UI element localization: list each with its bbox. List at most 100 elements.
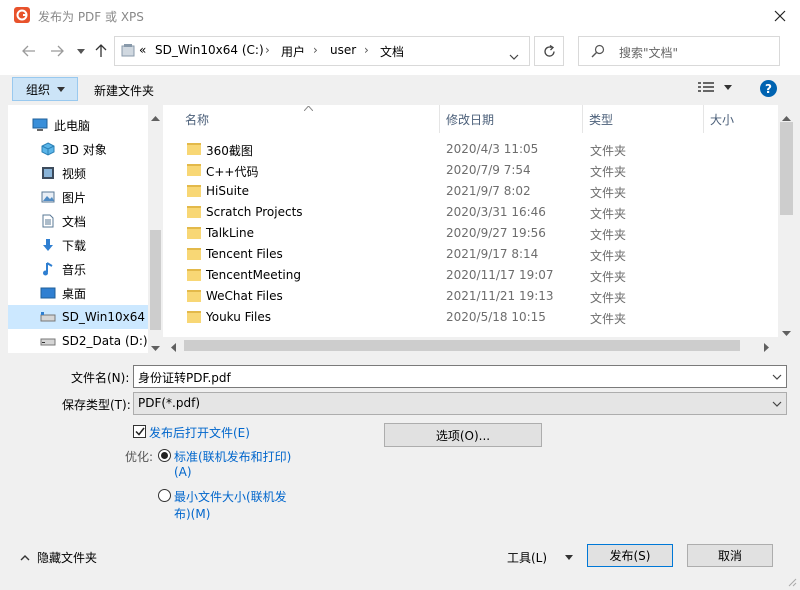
nav-item-label: 音乐 (62, 262, 87, 277)
nav-item-music[interactable]: 音乐 (8, 257, 149, 281)
forward-button[interactable] (46, 40, 68, 62)
hide-folders-label: 隐藏文件夹 (37, 551, 98, 565)
folder-icon (187, 269, 201, 281)
music-note-icon (40, 262, 56, 276)
download-arrow-icon (40, 238, 56, 252)
scroll-down-icon[interactable] (151, 340, 160, 354)
table-row[interactable]: Youku Files 2020/5/18 10:15 文件夹 (163, 307, 778, 328)
search-placeholder[interactable]: 搜索"文档" (619, 44, 678, 61)
table-row[interactable]: 360截图 2020/4/3 11:05 文件夹 (163, 139, 778, 160)
optimize-minimum-size-label[interactable]: 最小文件大小(联机发 (174, 488, 287, 505)
nav-item-label: 桌面 (62, 286, 87, 301)
help-icon[interactable]: ? (760, 80, 777, 97)
filename-value: 身份证转PDF.pdf (138, 371, 231, 385)
window-title: 发布为 PDF 或 XPS (38, 10, 144, 24)
table-row[interactable]: WeChat Files 2021/11/21 19:13 文件夹 (163, 286, 778, 307)
address-bar[interactable]: « SD_Win10x64 (C:) › 用户 › user › 文档 (114, 36, 530, 66)
nav-item-pictures[interactable]: 图片 (8, 185, 149, 209)
column-header-type[interactable]: 类型 (583, 105, 704, 133)
nav-item-drive-c[interactable]: SD_Win10x64 (C:) (8, 305, 149, 329)
column-header-name[interactable]: 名称 (163, 105, 440, 133)
chevron-down-icon (77, 48, 85, 54)
breadcrumb-separator-icon[interactable]: › (313, 43, 318, 57)
breadcrumb-drive[interactable]: SD_Win10x64 (C:) (155, 43, 264, 57)
breadcrumb-documents[interactable]: 文档 (380, 43, 404, 60)
nav-item-desktop[interactable]: 桌面 (8, 281, 149, 305)
sort-ascending-icon (304, 106, 313, 111)
address-history-dropdown[interactable] (509, 49, 519, 63)
back-button[interactable] (18, 40, 40, 62)
checkmark-icon (134, 427, 145, 436)
optimize-standard-label[interactable]: 标准(联机发布和打印) (174, 448, 291, 465)
organize-label: 组织 (26, 82, 51, 97)
refresh-icon (543, 44, 555, 57)
nav-item-videos[interactable]: 视频 (8, 161, 149, 185)
table-row[interactable]: C++代码 2020/7/9 7:54 文件夹 (163, 160, 778, 181)
refresh-button[interactable] (534, 36, 564, 66)
nav-item-this-pc[interactable]: 此电脑 (8, 113, 149, 137)
nav-item-drive-d[interactable]: SD2_Data (D:) (8, 329, 149, 353)
change-view-button[interactable] (698, 81, 732, 93)
nav-item-label: 图片 (62, 190, 87, 205)
breadcrumb-separator-icon[interactable]: › (265, 43, 270, 57)
forward-arrow-icon (51, 45, 64, 57)
search-box[interactable]: 搜索"文档" (578, 36, 780, 66)
close-button[interactable] (760, 0, 800, 31)
recent-locations-button[interactable] (70, 40, 92, 62)
up-button[interactable] (90, 40, 112, 62)
tools-dropdown[interactable]: 工具(L) (507, 549, 574, 566)
nav-item-3d-objects[interactable]: 3D 对象 (8, 137, 149, 161)
new-folder-button[interactable]: 新建文件夹 (94, 82, 154, 99)
resize-grip-icon[interactable] (785, 575, 797, 590)
scroll-left-icon[interactable] (171, 341, 176, 355)
open-after-publish-label[interactable]: 发布后打开文件(E) (149, 424, 250, 441)
document-icon (40, 214, 56, 228)
nav-item-downloads[interactable]: 下载 (8, 233, 149, 257)
folder-icon (187, 185, 201, 197)
folder-icon (187, 227, 201, 239)
optimize-standard-label-hotkey[interactable]: (A) (174, 465, 192, 479)
address-overflow-chevron[interactable]: « (139, 43, 146, 57)
chevron-down-icon (57, 86, 66, 92)
table-row[interactable]: TalkLine 2020/9/27 19:56 文件夹 (163, 223, 778, 244)
drive-icon (40, 334, 56, 348)
breadcrumb-separator-icon[interactable]: › (364, 43, 369, 57)
navigation-pane: 此电脑 3D 对象 视频 图片 文档 下载 音乐 桌面 SD_Win10x64 … (8, 105, 163, 353)
optimize-minimum-size-radio[interactable] (158, 489, 171, 502)
details-view-icon (698, 82, 714, 92)
optimize-standard-radio[interactable] (158, 449, 171, 462)
open-after-publish-checkbox[interactable] (133, 425, 146, 438)
organize-button[interactable]: 组织 (12, 77, 78, 101)
publish-button[interactable]: 发布(S) (587, 544, 673, 567)
filetype-select[interactable]: PDF(*.pdf) (133, 392, 787, 415)
optimize-minimum-size-label-hotkey[interactable]: 布)(M) (174, 505, 210, 522)
breadcrumb-users[interactable]: 用户 (281, 43, 305, 60)
filename-input[interactable]: 身份证转PDF.pdf (133, 365, 787, 388)
chevron-up-icon (20, 554, 30, 560)
hide-folders-toggle[interactable]: 隐藏文件夹 (20, 549, 97, 566)
cancel-button[interactable]: 取消 (687, 544, 773, 567)
nav-pane-scroll-thumb[interactable] (150, 230, 161, 330)
folder-icon (121, 43, 135, 60)
nav-item-label: 下载 (62, 238, 87, 253)
chevron-down-icon[interactable] (772, 370, 782, 384)
scroll-up-icon[interactable] (151, 110, 160, 124)
table-row[interactable]: Scratch Projects 2020/3/31 16:46 文件夹 (163, 202, 778, 223)
nav-item-label: SD_Win10x64 (C:) (62, 310, 149, 324)
close-icon (774, 10, 786, 21)
nav-item-label: 视频 (62, 166, 87, 181)
scroll-down-icon[interactable] (782, 325, 791, 339)
column-header-size[interactable]: 大小 (704, 105, 778, 133)
table-row[interactable]: Tencent Files 2021/9/17 8:14 文件夹 (163, 244, 778, 265)
file-list-horizontal-scroll-thumb[interactable] (184, 340, 740, 351)
file-list-vertical-scroll-thumb[interactable] (780, 122, 793, 215)
breadcrumb-user[interactable]: user (330, 43, 356, 57)
scroll-right-icon[interactable] (764, 341, 769, 355)
table-row[interactable]: TencentMeeting 2020/11/17 19:07 文件夹 (163, 265, 778, 286)
back-arrow-icon (22, 45, 35, 57)
options-button[interactable]: 选项(O)... (384, 423, 542, 447)
table-row[interactable]: HiSuite 2021/9/7 8:02 文件夹 (163, 181, 778, 202)
column-header-date[interactable]: 修改日期 (440, 105, 583, 133)
nav-item-documents[interactable]: 文档 (8, 209, 149, 233)
drive-icon (40, 310, 56, 324)
